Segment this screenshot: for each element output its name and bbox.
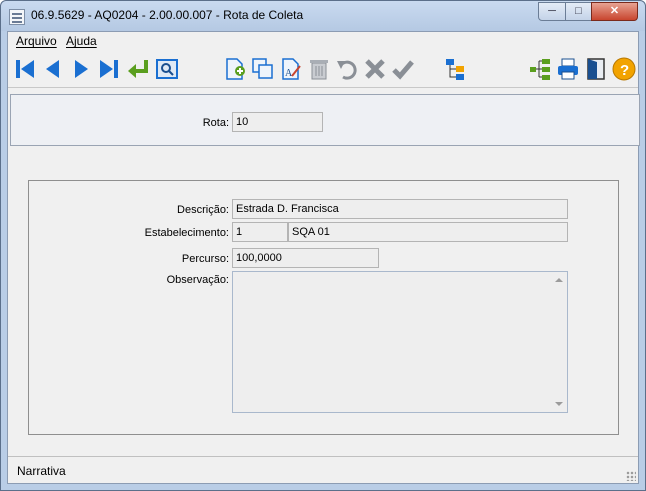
rota-label: Rota: xyxy=(202,117,229,129)
new-record-icon[interactable] xyxy=(223,57,247,81)
next-record-icon[interactable] xyxy=(69,57,93,81)
search-icon[interactable] xyxy=(155,57,179,81)
first-record-icon[interactable] xyxy=(13,57,37,81)
close-button[interactable]: ✕ xyxy=(591,2,638,21)
status-text: Narrativa xyxy=(17,464,66,478)
hierarchy-icon[interactable] xyxy=(528,57,552,81)
maximize-button[interactable]: □ xyxy=(565,2,592,21)
resize-grip[interactable] xyxy=(626,471,636,481)
svg-text:A: A xyxy=(285,68,293,79)
percurso-label: Percurso: xyxy=(181,253,229,265)
exit-icon[interactable] xyxy=(584,57,608,81)
copy-record-icon[interactable] xyxy=(251,57,275,81)
descricao-field[interactable]: Estrada D. Francisca xyxy=(232,199,568,219)
detail-panel: Descrição: Estrada D. Francisca Estabele… xyxy=(28,180,619,435)
percurso-field[interactable]: 100,0000 xyxy=(232,248,379,268)
toolbar: A ? xyxy=(8,52,638,88)
undo-icon[interactable] xyxy=(335,57,359,81)
tree-structure-icon[interactable] xyxy=(444,57,468,81)
scroll-up-icon[interactable] xyxy=(555,278,563,282)
confirm-icon[interactable] xyxy=(391,57,415,81)
estabelecimento-label: Estabelecimento: xyxy=(144,227,229,239)
rota-field[interactable]: 10 xyxy=(232,112,323,132)
previous-record-icon[interactable] xyxy=(41,57,65,81)
menu-bar: Arquivo Ajuda xyxy=(8,32,638,52)
menu-ajuda[interactable]: Ajuda xyxy=(66,34,97,48)
help-icon[interactable]: ? xyxy=(612,57,636,81)
observacao-label: Observação: xyxy=(166,274,229,286)
app-icon[interactable] xyxy=(9,9,25,25)
goto-icon[interactable] xyxy=(126,57,150,81)
last-record-icon[interactable] xyxy=(97,57,121,81)
svg-text:?: ? xyxy=(620,62,629,79)
window-title: 06.9.5629 - AQ0204 - 2.00.00.007 - Rota … xyxy=(31,8,304,22)
status-bar: Narrativa xyxy=(8,456,638,483)
estabelecimento-name-field: SQA 01 xyxy=(288,222,568,242)
print-icon[interactable] xyxy=(556,57,580,81)
cancel-icon[interactable] xyxy=(363,57,387,81)
application-window: 06.9.5629 - AQ0204 - 2.00.00.007 - Rota … xyxy=(0,0,646,491)
edit-record-icon[interactable]: A xyxy=(279,57,303,81)
title-bar: 06.9.5629 - AQ0204 - 2.00.00.007 - Rota … xyxy=(1,1,645,31)
observacao-textarea[interactable] xyxy=(232,271,568,413)
minimize-button[interactable]: ─ xyxy=(538,2,566,21)
client-area: Arquivo Ajuda A ? Rota: 10 Descrição: Es… xyxy=(7,31,640,484)
estabelecimento-code-field[interactable]: 1 xyxy=(232,222,288,242)
scroll-down-icon[interactable] xyxy=(555,402,563,406)
menu-arquivo[interactable]: Arquivo xyxy=(16,34,57,48)
delete-record-icon[interactable] xyxy=(307,57,331,81)
descricao-label: Descrição: xyxy=(177,204,229,216)
header-panel: Rota: 10 xyxy=(10,94,640,146)
observacao-scrollbar[interactable] xyxy=(551,272,567,412)
